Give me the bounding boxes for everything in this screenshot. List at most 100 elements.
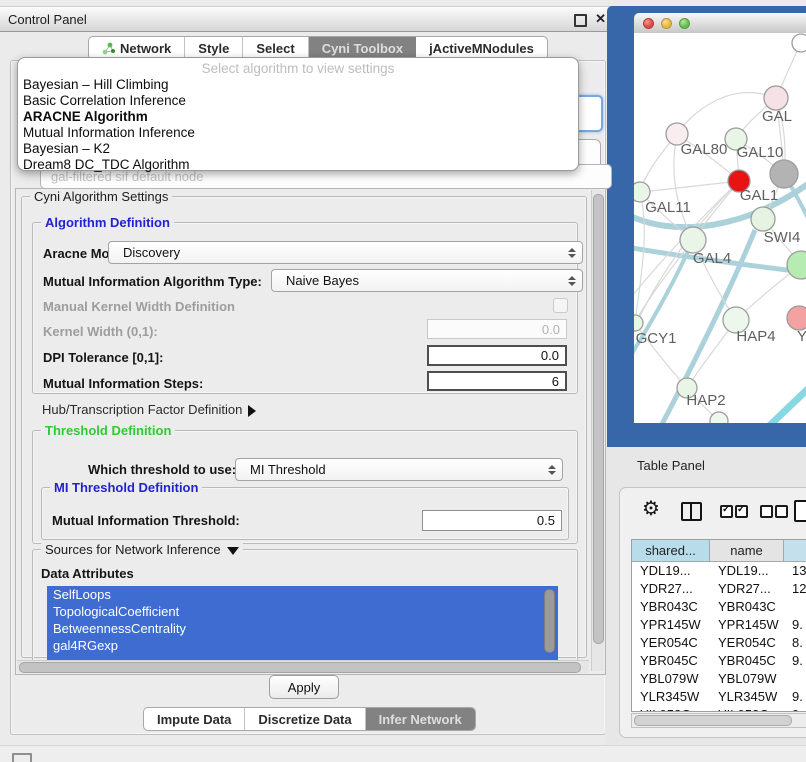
table-cell[interactable]: 8. (784, 634, 806, 652)
column-header-shared-name[interactable]: shared... (632, 540, 710, 562)
table-cell[interactable]: YER054C (710, 634, 784, 652)
table-row[interactable]: YBR045CYBR045C9. (632, 652, 806, 670)
tab-impute-data[interactable]: Impute Data (144, 708, 245, 730)
new-table-icon[interactable] (794, 500, 806, 522)
node-swi4-pale[interactable] (751, 207, 775, 231)
mi-steps-input[interactable] (427, 371, 567, 391)
table-cell[interactable]: YLR345W (632, 688, 710, 706)
table-cell[interactable]: YER054C (632, 634, 710, 652)
algorithm-option[interactable]: Dream8 DC_TDC Algorithm (18, 157, 578, 173)
table-cell[interactable]: YPR145W (632, 616, 710, 634)
tab-cyni-toolbox[interactable]: Cyni Toolbox (309, 37, 416, 59)
table-cell[interactable] (784, 598, 806, 616)
table-row[interactable]: YPR145WYPR145W9. (632, 616, 806, 634)
node-partial-top[interactable] (792, 34, 806, 52)
node-swi4-bright[interactable] (787, 251, 806, 279)
table-cell[interactable]: YDL19... (632, 562, 710, 580)
tab-network[interactable]: Network (89, 37, 185, 59)
minimized-panel-icon[interactable] (12, 753, 32, 762)
tab-discretize-data[interactable]: Discretize Data (245, 708, 365, 730)
data-attributes-list[interactable]: SelfLoops TopologicalCoefficient Between… (47, 586, 558, 660)
kernel-width-input[interactable] (427, 319, 567, 339)
list-item[interactable]: SelfLoops (47, 586, 558, 603)
table-row[interactable]: YBR043CYBR043C (632, 598, 806, 616)
table-cell[interactable]: 9. (784, 688, 806, 706)
node-partial-bottom[interactable] (710, 412, 728, 423)
table-row[interactable]: YDL19...YDL19...13 (632, 562, 806, 580)
manual-kernel-width-checkbox[interactable] (553, 298, 568, 313)
zoom-traffic-light-icon[interactable] (679, 18, 690, 29)
table-cell[interactable]: YLR345W (710, 688, 784, 706)
close-icon[interactable]: ✕ (595, 11, 606, 27)
list-item[interactable]: TopologicalCoefficient (47, 603, 558, 620)
mi-threshold-input[interactable] (422, 510, 562, 531)
mi-algorithm-type-select[interactable]: Naive Bayes (271, 269, 583, 292)
table-row[interactable]: YIL052CYIL052C9 (632, 706, 806, 712)
deselect-checkbox-icon[interactable] (775, 505, 788, 518)
app-root: Control Panel ✕ Network Style Select Cyn… (0, 0, 806, 762)
table-cell[interactable]: YBR043C (632, 598, 710, 616)
node-salmon[interactable] (787, 306, 806, 330)
table-cell[interactable]: YDL19... (710, 562, 784, 580)
deselect-checkbox-icon[interactable] (760, 505, 773, 518)
algorithm-option[interactable]: Bayesian – K2 (18, 141, 578, 157)
network-window-titlebar[interactable] (634, 13, 806, 34)
node-gal-pink[interactable] (764, 86, 788, 110)
table-cell[interactable]: 9. (784, 616, 806, 634)
settings-vertical-scrollbar[interactable] (591, 190, 604, 671)
split-view-icon[interactable] (681, 502, 702, 521)
table-cell[interactable]: YBL079W (710, 670, 784, 688)
sources-toggle[interactable]: Sources for Network Inference (41, 542, 243, 557)
float-window-icon[interactable] (574, 14, 587, 27)
algorithm-option[interactable]: ARACNE Algorithm (18, 109, 578, 125)
tab-label: Discretize Data (258, 712, 351, 727)
tab-infer-network[interactable]: Infer Network (366, 708, 475, 730)
table-cell[interactable]: YPR145W (710, 616, 784, 634)
hub-definition-toggle[interactable]: Hub/Transcription Factor Definition (42, 402, 256, 417)
table-cell[interactable]: YIL052C (710, 706, 784, 712)
tab-style[interactable]: Style (185, 37, 243, 59)
list-item[interactable]: gal4RGexp (47, 637, 558, 654)
close-traffic-light-icon[interactable] (643, 18, 654, 29)
table-cell[interactable]: YDR27... (632, 580, 710, 598)
table-cell[interactable]: YDR27... (710, 580, 784, 598)
table-row[interactable]: YLR345WYLR345W9. (632, 688, 806, 706)
table-cell[interactable]: 12 (784, 580, 806, 598)
threshold-definition-title: Threshold Definition (41, 423, 175, 438)
table-cell[interactable]: 9 (784, 706, 806, 712)
table-row[interactable]: YDR27...YDR27...12 (632, 580, 806, 598)
table-row[interactable]: YER054CYER054C8. (632, 634, 806, 652)
tab-jactivemnodules[interactable]: jActiveMNodules (416, 37, 547, 59)
table-cell[interactable]: YBR045C (632, 652, 710, 670)
node-label: GAL10 (737, 144, 784, 161)
node-gcy1[interactable] (634, 315, 643, 331)
apply-button[interactable]: Apply (269, 675, 339, 699)
column-header-name[interactable]: name (710, 540, 784, 562)
settings-horizontal-scrollbar[interactable] (17, 660, 589, 673)
table-cell[interactable]: YBR045C (710, 652, 784, 670)
aracne-mode-select[interactable]: Discovery (108, 241, 583, 264)
table-cell[interactable]: YIL052C (632, 706, 710, 712)
list-item[interactable]: BetweennessCentrality (47, 620, 558, 637)
table-cell[interactable]: YBL079W (632, 670, 710, 688)
network-canvas[interactable]: GAL GAL80 GAL10 GAL1 GAL11 SWI4 GAL4 GCY… (634, 33, 806, 423)
select-all-checkbox-icon[interactable] (735, 505, 748, 518)
algorithm-option[interactable]: Bayesian – Hill Climbing (18, 77, 578, 93)
which-threshold-select[interactable]: MI Threshold (235, 458, 563, 481)
table-cell[interactable]: YBR043C (710, 598, 784, 616)
select-all-checkbox-icon[interactable] (720, 505, 733, 518)
algorithm-option[interactable]: Mutual Information Inference (18, 125, 578, 141)
list-scrollbar[interactable] (544, 589, 555, 653)
table-cell[interactable]: 13 (784, 562, 806, 580)
table-horizontal-scrollbar[interactable] (631, 713, 806, 728)
tab-select[interactable]: Select (243, 37, 308, 59)
algorithm-option[interactable]: Basic Correlation Inference (18, 93, 578, 109)
column-header-partial[interactable]: A (784, 540, 806, 562)
minimize-traffic-light-icon[interactable] (661, 18, 672, 29)
table-row[interactable]: YBL079WYBL079W (632, 670, 806, 688)
settings-gear-icon[interactable]: ⚙ (642, 499, 660, 519)
table-cell[interactable] (784, 670, 806, 688)
node-gray[interactable] (770, 160, 798, 188)
table-cell[interactable]: 9. (784, 652, 806, 670)
dpi-tolerance-input[interactable] (427, 345, 567, 366)
